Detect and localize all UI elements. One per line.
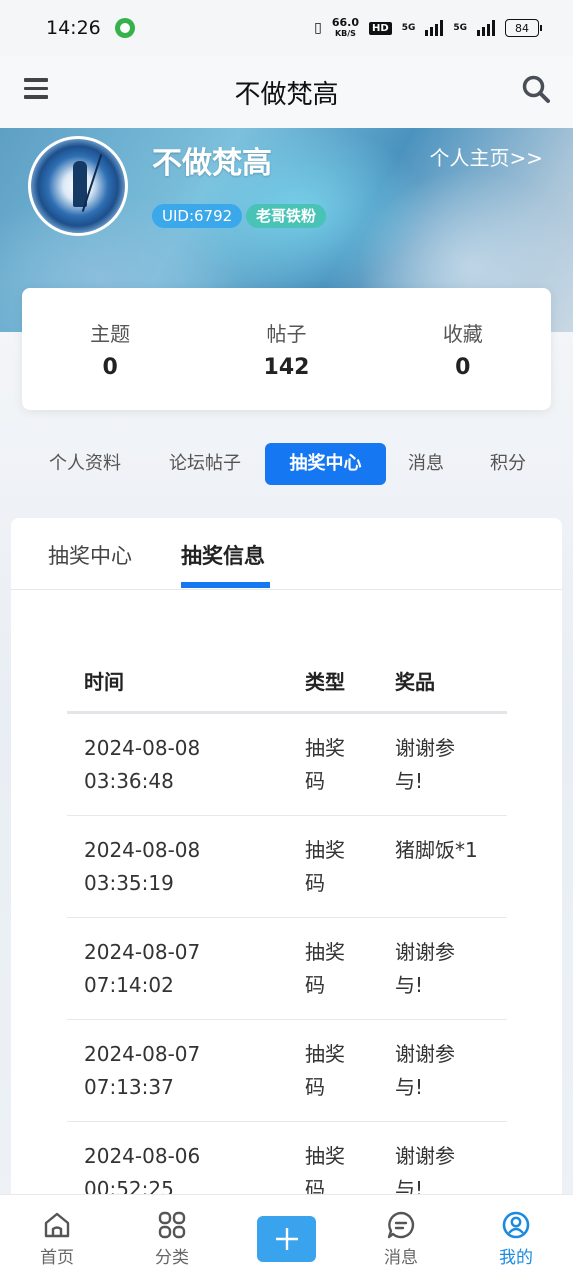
tab-messages[interactable]: 消息 [398, 443, 454, 485]
cell-type: 抽奖码 [305, 940, 345, 997]
cell-type: 抽奖码 [305, 1144, 345, 1198]
nav-messages-label: 消息 [384, 1248, 418, 1268]
table-row: 2024-08-06 00:52:25 抽奖码 谢谢参 与! [67, 1122, 507, 1198]
page-title: 不做梵高 [234, 79, 339, 110]
cell-prize: 谢谢参 与! [395, 940, 455, 997]
tab-forum-posts[interactable]: 论坛帖子 [158, 443, 252, 485]
cell-prize: 谢谢参 与! [395, 736, 455, 793]
cell-prize: 谢谢参 与! [395, 1042, 455, 1099]
plus-icon [275, 1228, 298, 1250]
tab-points[interactable]: 积分 [480, 443, 536, 485]
bottom-nav: 首页 分类 消息 我的 [0, 1194, 573, 1280]
nav-category[interactable]: 分类 [132, 1195, 212, 1280]
stat-value: 0 [102, 355, 118, 380]
nav-home-label: 首页 [40, 1248, 74, 1268]
cell-time: 2024-08-08 03:36:48 [84, 736, 201, 793]
vibrate-icon: ▯ [314, 20, 322, 36]
cell-prize: 猪脚饭*1 [395, 838, 478, 862]
lottery-content-card: 抽奖中心 抽奖信息 时间 类型 奖品 2024-08-08 03:36:48 抽奖… [11, 518, 562, 1198]
nav-category-label: 分类 [155, 1248, 189, 1268]
table-row: 2024-08-08 03:36:48 抽奖码 谢谢参 与! [67, 714, 507, 816]
tab-lottery-center[interactable]: 抽奖中心 [265, 443, 386, 485]
cell-time: 2024-08-07 07:13:37 [84, 1042, 201, 1099]
stat-favorites[interactable]: 收藏 0 [375, 288, 551, 410]
nav-messages[interactable]: 消息 [361, 1195, 441, 1280]
chat-bubble-icon [387, 1211, 415, 1239]
active-subtab-indicator [181, 582, 270, 588]
signal-icon-2 [477, 20, 495, 36]
network-speed: 66.0 KB/S [331, 15, 360, 38]
tab-profile-info[interactable]: 个人资料 [38, 443, 132, 485]
signal-5g-label-1: 5G [401, 23, 416, 33]
table-row: 2024-08-07 07:13:37 抽奖码 谢谢参 与! [67, 1020, 507, 1122]
profile-tabs: 个人资料 论坛帖子 抽奖中心 消息 积分 [0, 443, 573, 485]
stat-label: 帖子 [266, 322, 307, 346]
username: 不做梵高 [152, 146, 272, 181]
stat-topics[interactable]: 主题 0 [22, 288, 198, 410]
nav-mine[interactable]: 我的 [476, 1195, 556, 1280]
sub-tabs: 抽奖中心 抽奖信息 [11, 518, 562, 590]
cell-type: 抽奖码 [305, 1042, 345, 1099]
stat-value: 142 [263, 355, 310, 380]
battery-icon: 84 [505, 19, 542, 37]
signal-5g-label-2: 5G [453, 23, 467, 33]
status-time: 14:26 [46, 17, 101, 39]
fan-badge: 老哥铁粉 [246, 204, 327, 228]
stat-posts[interactable]: 帖子 142 [198, 288, 374, 410]
cell-type: 抽奖码 [305, 838, 345, 895]
hd-icon: HD [369, 21, 392, 35]
add-post-button[interactable] [257, 1216, 316, 1262]
stat-label: 收藏 [442, 322, 483, 346]
subtab-lottery-info[interactable]: 抽奖信息 [181, 540, 265, 570]
header-type: 类型 [305, 670, 345, 694]
cell-time: 2024-08-06 00:52:25 [84, 1144, 201, 1198]
grid-icon [158, 1211, 186, 1239]
user-circle-icon [502, 1211, 530, 1239]
stats-card: 主题 0 帖子 142 收藏 0 [22, 288, 551, 410]
cell-prize: 谢谢参 与! [395, 1144, 455, 1198]
menu-icon[interactable] [24, 78, 48, 100]
status-bar: 14:26 ▯ 66.0 KB/S HD 5G 5G 84 [0, 0, 573, 56]
cell-time: 2024-08-07 07:14:02 [84, 940, 201, 997]
profile-link[interactable]: 个人主页>> [429, 142, 543, 171]
app-header: 不做梵高 [0, 56, 573, 128]
search-icon[interactable] [521, 74, 551, 104]
home-icon [44, 1212, 70, 1238]
lottery-table: 时间 类型 奖品 2024-08-08 03:36:48 抽奖码 谢谢参 与! 20… [67, 648, 507, 1198]
subtab-lottery-center[interactable]: 抽奖中心 [48, 540, 132, 570]
nav-home[interactable]: 首页 [17, 1195, 97, 1280]
table-header: 时间 类型 奖品 [67, 648, 507, 714]
stat-value: 0 [455, 355, 471, 380]
header-time: 时间 [84, 670, 124, 694]
nav-mine-label: 我的 [499, 1248, 533, 1268]
avatar[interactable] [28, 136, 128, 236]
notification-dot-icon [114, 18, 135, 38]
cell-time: 2024-08-08 03:35:19 [84, 838, 201, 895]
uid-badge: UID:6792 [152, 204, 243, 228]
status-indicators: ▯ 66.0 KB/S HD 5G 5G 84 [314, 15, 542, 39]
table-row: 2024-08-08 03:35:19 抽奖码 猪脚饭*1 [67, 816, 507, 918]
cell-type: 抽奖码 [305, 736, 345, 793]
table-row: 2024-08-07 07:14:02 抽奖码 谢谢参 与! [67, 918, 507, 1020]
stat-label: 主题 [90, 322, 131, 346]
signal-icon [425, 20, 444, 36]
header-prize: 奖品 [395, 670, 435, 694]
